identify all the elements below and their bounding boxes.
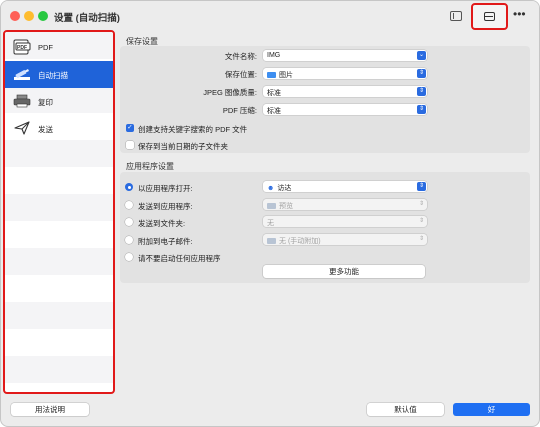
pdf-compression-popup[interactable]: 标准 ⇕ [263,104,427,115]
jpeg-quality-value: 标准 [267,89,281,97]
jpeg-quality-label: JPEG 图像质量: [203,88,257,97]
finder-icon: ☻ [267,184,275,192]
date-subfolder-checkbox[interactable] [126,141,134,149]
sidebar-item-pdf[interactable]: PDF PDF [5,34,113,61]
help-button[interactable]: 用法说明 [11,403,89,416]
title-bar: 设置 (自动扫描) ••• [1,1,539,31]
open-with-app-radio[interactable] [125,183,133,191]
app-settings-header: 应用程序设置 [126,162,174,171]
scanner-auto-icon [14,69,30,80]
no-app-label: 请不要启动任何应用程序 [138,254,221,263]
ok-button[interactable]: 好 [453,403,530,416]
send-to-app-popup[interactable]: 预览 ⇕ [263,199,427,210]
more-options-button[interactable]: ••• [513,7,526,21]
close-window-button[interactable] [10,11,20,21]
defaults-button[interactable]: 默认值 [367,403,444,416]
sidebar-item-label: 发送 [38,125,53,134]
paper-plane-icon [14,121,30,135]
send-to-folder-popup[interactable]: 无 ⇕ [263,216,427,227]
send-to-app-value: 预览 [279,202,293,210]
jpeg-quality-popup[interactable]: 标准 ⇕ [263,86,427,97]
sidebar-item-auto-scan[interactable]: 自动扫描 [5,61,113,88]
open-with-app-popup[interactable]: ☻ 访达 ⇕ [263,181,427,192]
file-name-popup[interactable]: IMG ⌄ [263,50,427,61]
svg-text:PDF: PDF [17,45,27,51]
open-with-app-label: 以应用程序打开: [138,184,193,193]
attach-email-label: 附加到电子邮件: [138,237,193,246]
save-location-label: 保存位置: [224,70,257,79]
date-subfolder-label: 保存到当前日期的子文件夹 [138,142,228,151]
save-settings-panel [120,46,530,153]
printer-icon [13,94,31,108]
updown-arrows-icon: ⇕ [417,105,426,114]
sidebar: PDF PDF 自动扫描 复印 发送 [3,30,115,394]
searchable-pdf-checkbox[interactable]: ✓ [126,124,134,132]
more-functions-button[interactable]: 更多功能 [263,265,425,278]
sidebar-item-copy[interactable]: 复印 [5,88,113,115]
window-title: 设置 (自动扫描) [54,13,120,24]
preview-icon [267,202,276,209]
file-name-value: IMG [267,51,281,59]
settings-window: 设置 (自动扫描) ••• PDF PDF 自动扫描 复印 发送 保存设置 文件… [0,0,540,427]
scanner-settings-button[interactable] [471,3,508,30]
pdf-compression-label: PDF 压缩: [222,106,257,115]
sidebar-item-label: 复印 [38,98,53,107]
no-app-radio[interactable] [125,253,133,261]
open-with-app-value: 访达 [277,184,292,192]
minimize-window-button[interactable] [24,11,34,21]
chevron-down-icon: ⌄ [417,51,426,60]
send-to-app-label: 发送到应用程序: [138,202,193,211]
attach-email-radio[interactable] [125,236,133,244]
sidebar-item-send[interactable]: 发送 [5,115,113,142]
updown-arrows-icon: ⇕ [418,201,425,207]
attach-email-value: 无 (手动附加) [279,237,321,245]
folder-icon [267,237,276,244]
pdf-compression-value: 标准 [267,107,281,115]
updown-arrows-icon: ⇕ [418,218,425,224]
save-location-value: 图片 [279,71,293,79]
updown-arrows-icon: ⇕ [418,236,425,242]
pdf-icon: PDF [13,39,31,55]
searchable-pdf-label: 创建支持关键字搜索的 PDF 文件 [138,125,248,134]
updown-arrows-icon: ⇕ [417,69,426,78]
folder-icon [267,71,276,78]
updown-arrows-icon: ⇕ [417,182,426,191]
attach-email-popup[interactable]: 无 (手动附加) ⇕ [263,234,427,245]
sidebar-toggle-icon[interactable] [450,11,462,21]
scanner-icon [484,12,495,21]
sidebar-item-label: PDF [38,43,53,52]
updown-arrows-icon: ⇕ [417,87,426,96]
save-location-popup[interactable]: 图片 ⇕ [263,68,427,79]
file-name-label: 文件名称: [224,52,257,61]
send-to-folder-value: 无 [267,219,274,227]
send-to-app-radio[interactable] [125,201,133,209]
sidebar-item-label: 自动扫描 [38,71,68,80]
zoom-window-button[interactable] [38,11,48,21]
send-to-folder-radio[interactable] [125,218,133,226]
send-to-folder-label: 发送到文件夹: [138,219,186,228]
